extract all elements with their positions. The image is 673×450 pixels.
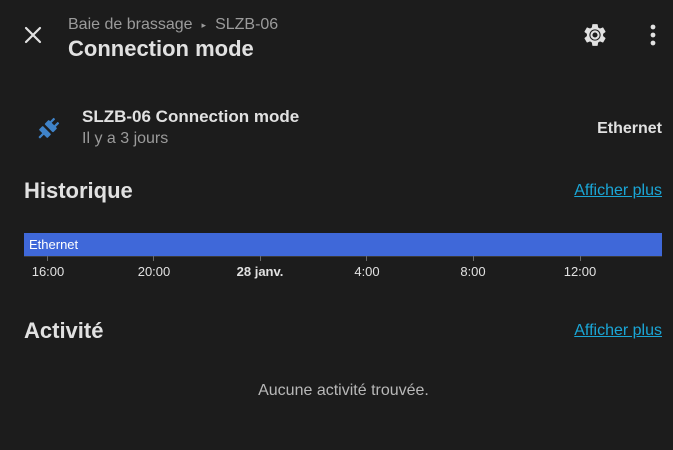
close-icon	[24, 26, 42, 44]
timeline-axis	[24, 256, 662, 257]
tick-label: 4:00	[354, 264, 380, 279]
page-title: Connection mode	[68, 36, 254, 61]
tick-label: 20:00	[137, 264, 171, 279]
tick-label: 8:00	[460, 264, 486, 279]
settings-button[interactable]	[581, 21, 609, 49]
tick-mark	[47, 256, 48, 261]
history-title: Historique	[24, 178, 133, 203]
gear-icon	[584, 24, 606, 46]
close-button[interactable]	[19, 21, 47, 49]
tick-label: 12:00	[563, 264, 597, 279]
entity-state: Ethernet	[597, 120, 662, 137]
more-options-button[interactable]	[641, 21, 665, 49]
tick-label: 16:00	[31, 264, 65, 279]
activity-empty-message: Aucune activité trouvée.	[258, 382, 429, 399]
breadcrumb: Baie de brassage ▸ SLZB-06	[68, 16, 278, 34]
tick-mark	[473, 256, 474, 261]
entity-row[interactable]: SLZB-06 Connection mode Il y a 3 jours E…	[0, 100, 673, 158]
tick-mark	[260, 256, 261, 261]
ethernet-plug-icon	[38, 117, 60, 139]
activity-show-more-link[interactable]: Afficher plus	[574, 322, 662, 340]
activity-title: Activité	[24, 318, 104, 343]
breadcrumb-separator-icon: ▸	[201, 19, 207, 30]
breadcrumb-item-device: SLZB-06	[215, 16, 279, 33]
tick-mark	[366, 256, 367, 261]
tick-mark	[153, 256, 154, 261]
dots-vertical-icon	[650, 24, 656, 46]
history-show-more-link[interactable]: Afficher plus	[574, 182, 662, 200]
breadcrumb-item-area: Baie de brassage	[68, 16, 193, 33]
entity-name: SLZB-06 Connection mode	[82, 107, 300, 126]
tick-mark	[580, 256, 581, 261]
entity-last-changed: Il y a 3 jours	[82, 130, 169, 147]
timeline-bar[interactable]: Ethernet	[24, 233, 662, 256]
timeline-state-label: Ethernet	[29, 237, 79, 252]
tick-label-date: 28 janv.	[236, 264, 284, 279]
